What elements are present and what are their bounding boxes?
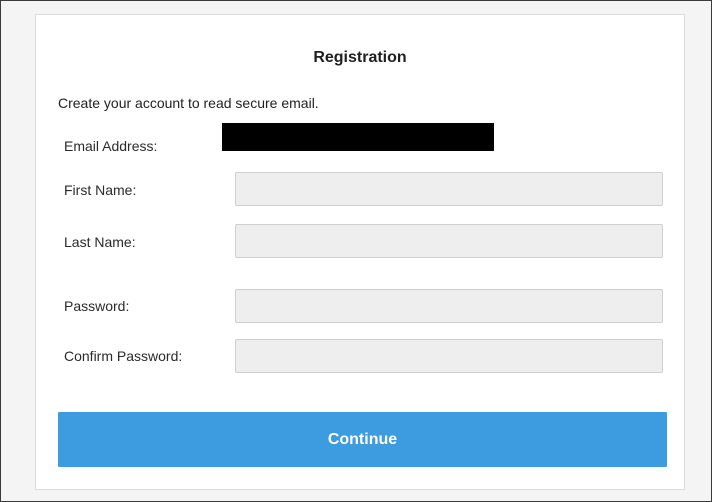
password-field[interactable] bbox=[235, 289, 663, 323]
first-name-field[interactable] bbox=[235, 172, 663, 206]
registration-card: Registration Create your account to read… bbox=[35, 14, 685, 490]
form-subtitle: Create your account to read secure email… bbox=[58, 95, 319, 111]
continue-button[interactable]: Continue bbox=[58, 412, 667, 467]
email-value-redacted bbox=[222, 123, 494, 151]
confirm-password-label: Confirm Password: bbox=[64, 348, 183, 364]
last-name-label: Last Name: bbox=[64, 234, 136, 250]
first-name-label: First Name: bbox=[64, 182, 137, 198]
last-name-field[interactable] bbox=[235, 224, 663, 258]
confirm-password-field[interactable] bbox=[235, 339, 663, 373]
password-label: Password: bbox=[64, 298, 130, 314]
window-frame: Registration Create your account to read… bbox=[0, 0, 712, 502]
page-title: Registration bbox=[313, 49, 407, 66]
email-label: Email Address: bbox=[64, 138, 158, 154]
